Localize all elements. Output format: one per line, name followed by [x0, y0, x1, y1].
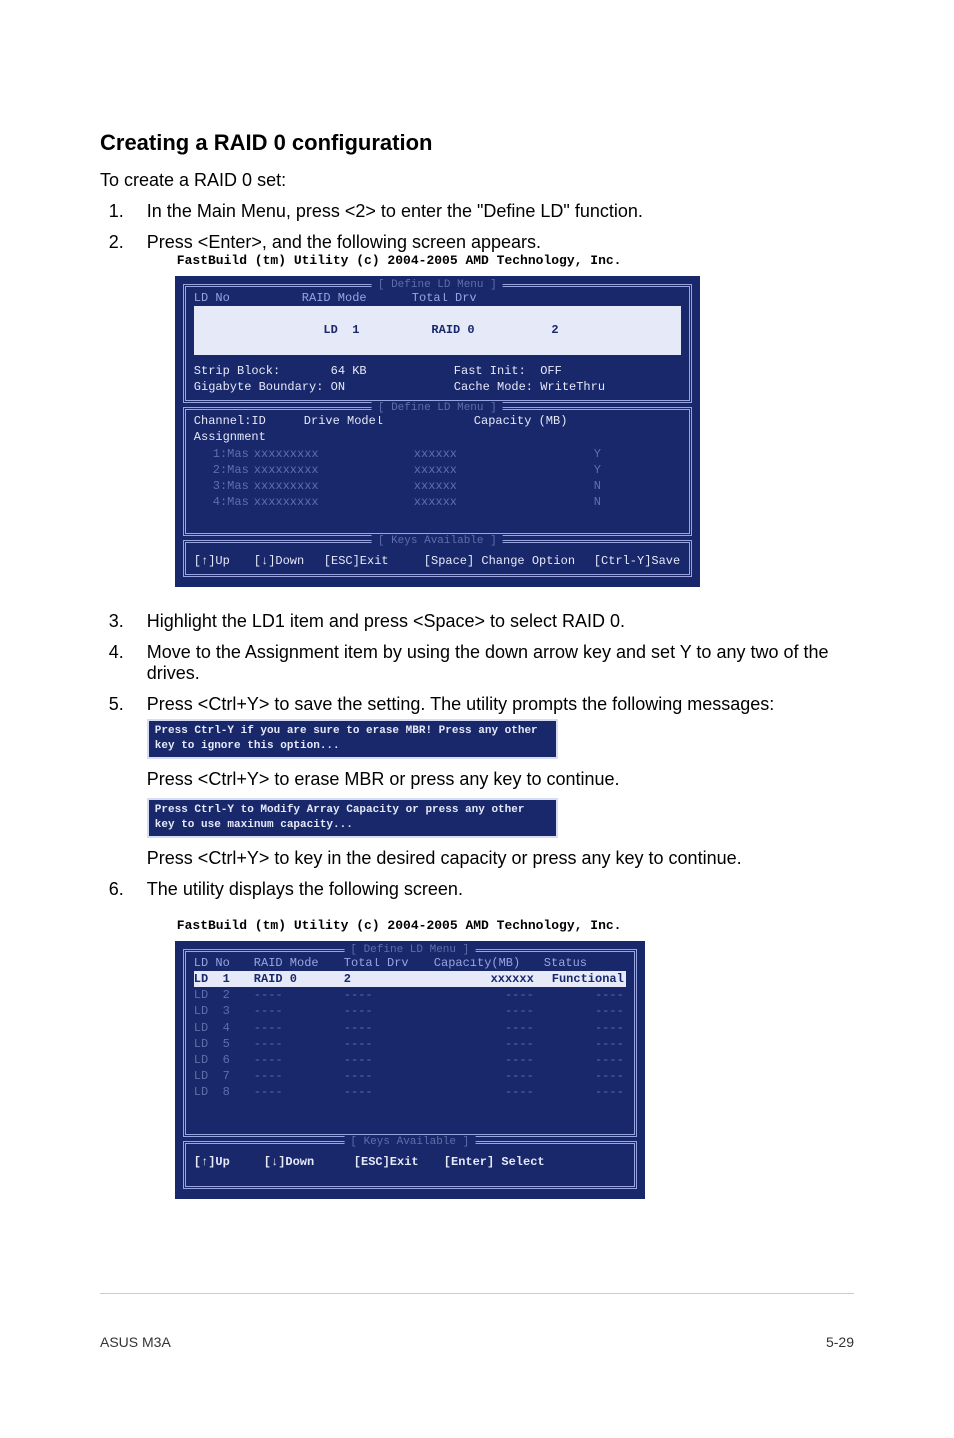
- key-space: [Space] Change Option: [424, 553, 594, 569]
- drive-row: 1:Mas xxxxxxxxxxxxxxxY: [194, 446, 681, 462]
- step-5-text: Press <Ctrl+Y> to save the setting. The …: [147, 694, 774, 714]
- term1-keys-title: [ Keys Available ]: [372, 534, 503, 549]
- ld-row: LD 1RAID 02xxxxxxFunctional: [194, 971, 626, 987]
- step-6: The utility displays the following scree…: [129, 879, 854, 1213]
- intro-text: To create a RAID 0 set:: [100, 170, 854, 191]
- t2-key-esc: [ESC]Exit: [354, 1154, 444, 1170]
- footer-right: 5-29: [826, 1334, 854, 1350]
- drive-row: 3:Mas xxxxxxxxxxxxxxxN: [194, 478, 681, 494]
- step-2-text: Press <Enter>, and the following screen …: [147, 232, 541, 252]
- term2-panel-title: [ Define LD Menu ]: [344, 943, 475, 958]
- ld-row: LD 4----------------: [194, 1020, 626, 1036]
- step-6-text: The utility displays the following scree…: [147, 879, 463, 899]
- t2-hdr-raidmode: RAID Mode: [254, 955, 344, 971]
- key-ctrly: [Ctrl-Y]Save: [594, 553, 680, 569]
- ld-row: LD 7----------------: [194, 1068, 626, 1084]
- ld-row: LD 3----------------: [194, 1003, 626, 1019]
- term1-panel1-title: [ Define LD Menu ]: [372, 278, 503, 293]
- hdr2-assign: Assignment: [194, 429, 266, 445]
- terminal-screenshot-1: FastBuild (tm) Utility (c) 2004-2005 AMD…: [147, 253, 854, 601]
- key-up: [↑]Up: [194, 553, 254, 569]
- message-box-1: Press Ctrl-Y if you are sure to erase MB…: [147, 719, 558, 759]
- fast-init: Fast Init: OFF: [454, 363, 562, 379]
- message-box-2: Press Ctrl-Y to Modify Array Capacity or…: [147, 798, 558, 838]
- step-4: Move to the Assignment item by using the…: [129, 642, 854, 684]
- drive-row: 2:Mas xxxxxxxxxxxxxxxY: [194, 462, 681, 478]
- row1-raidmode: RAID 0: [431, 322, 551, 338]
- key-down: [↓]Down: [254, 553, 324, 569]
- t2-key-down: [↓]Down: [264, 1154, 354, 1170]
- strip-block: Strip Block: 64 KB: [194, 363, 454, 379]
- ld-row: LD 2----------------: [194, 987, 626, 1003]
- drive-row: 4:Mas xxxxxxxxxxxxxxxN: [194, 494, 681, 510]
- cache-mode: Cache Mode: WriteThru: [454, 379, 605, 395]
- row1-totaldrv: 2: [551, 323, 558, 337]
- hdr2-chid: Channel:ID: [194, 413, 304, 429]
- terminal-screenshot-2: FastBuild (tm) Utility (c) 2004-2005 AMD…: [147, 918, 854, 1213]
- t2-key-up: [↑]Up: [194, 1154, 264, 1170]
- row1-ldno: LD 1: [323, 322, 431, 338]
- gigabyte-boundary: Gigabyte Boundary: ON: [194, 379, 454, 395]
- step-5: Press <Ctrl+Y> to save the setting. The …: [129, 694, 854, 868]
- term1-panel2-title: [ Define LD Menu ]: [372, 401, 503, 416]
- term2-keys-title: [ Keys Available ]: [344, 1135, 475, 1150]
- t2-key-enter: [Enter] Select: [444, 1154, 545, 1170]
- step-5a-text: Press <Ctrl+Y> to erase MBR or press any…: [147, 769, 854, 790]
- footer-left: ASUS M3A: [100, 1334, 171, 1350]
- ld-row: LD 6----------------: [194, 1052, 626, 1068]
- t2-hdr-ldno: LD No: [194, 955, 254, 971]
- ld-row: LD 8----------------: [194, 1084, 626, 1100]
- term1-title: FastBuild (tm) Utility (c) 2004-2005 AMD…: [175, 253, 702, 268]
- hdr-ldno: LD No: [194, 290, 302, 306]
- step-2: Press <Enter>, and the following screen …: [129, 232, 854, 601]
- section-heading: Creating a RAID 0 configuration: [100, 130, 854, 156]
- term2-title: FastBuild (tm) Utility (c) 2004-2005 AMD…: [175, 918, 647, 933]
- ld-row: LD 5----------------: [194, 1036, 626, 1052]
- step-5b-text: Press <Ctrl+Y> to key in the desired cap…: [147, 848, 854, 869]
- key-esc: [ESC]Exit: [324, 553, 424, 569]
- t2-hdr-status: Status: [544, 955, 587, 971]
- step-1: In the Main Menu, press <2> to enter the…: [129, 201, 854, 222]
- step-3: Highlight the LD1 item and press <Space>…: [129, 611, 854, 632]
